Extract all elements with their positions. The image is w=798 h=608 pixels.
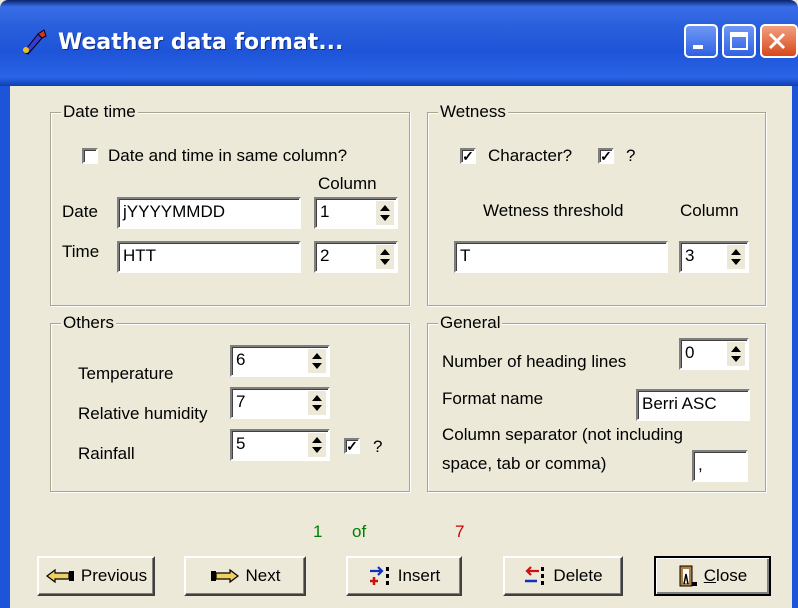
humidity-column-spinner[interactable]: 7	[230, 387, 330, 419]
spinner-arrows-icon[interactable]	[727, 342, 745, 366]
pager-total: 7	[455, 522, 465, 541]
spinner-arrows-icon[interactable]	[308, 349, 326, 373]
heading-lines-label: Number of heading lines	[442, 352, 627, 371]
hand-pointing-right-icon	[210, 568, 239, 584]
wetness-question-checkbox[interactable]: ✓	[598, 148, 614, 164]
delete-button[interactable]: Delete	[503, 556, 623, 596]
datetime-legend: Date time	[61, 102, 138, 122]
date-column-spinner[interactable]: 1	[314, 197, 398, 229]
character-checkbox[interactable]: ✓	[460, 148, 476, 164]
date-column-value: 1	[320, 202, 330, 221]
date-format-input[interactable]: jYYYYMMDD	[117, 197, 301, 229]
close-button[interactable]: Close	[654, 556, 771, 596]
time-label: Time	[62, 242, 100, 261]
window-frame-left	[0, 86, 10, 608]
spinner-arrows-icon[interactable]	[376, 201, 394, 225]
rainfall-column-spinner[interactable]: 5	[230, 429, 330, 461]
spinner-arrows-icon[interactable]	[727, 245, 745, 269]
insert-button[interactable]: Insert	[346, 556, 462, 596]
close-label-mnemonic: C	[703, 566, 717, 585]
insert-icon	[369, 566, 389, 585]
temperature-column-value: 6	[236, 350, 246, 369]
delete-label: Delete	[553, 566, 603, 585]
minimize-icon	[693, 45, 703, 49]
door-exit-icon	[679, 565, 697, 587]
rainfall-label: Rainfall	[78, 444, 135, 463]
date-time-column-header: Column	[318, 174, 377, 193]
same-column-label: Date and time in same column?	[108, 146, 348, 165]
close-icon	[768, 32, 786, 50]
time-column-value: 2	[320, 246, 330, 265]
wetness-threshold-input[interactable]: T	[454, 241, 668, 273]
wetness-column-value: 3	[685, 246, 695, 265]
character-label: Character?	[488, 146, 573, 165]
others-legend: Others	[61, 313, 117, 333]
weather-data-format-window: Weather data format... Date time Date an…	[0, 0, 798, 608]
next-button[interactable]: Next	[184, 556, 306, 596]
same-column-checkbox[interactable]	[82, 148, 98, 164]
spinner-arrows-icon[interactable]	[376, 245, 394, 269]
column-separator-input[interactable]: ,	[692, 450, 748, 482]
humidity-label: Relative humidity	[78, 404, 208, 423]
previous-button[interactable]: Previous	[37, 556, 155, 596]
close-window-button[interactable]	[760, 24, 798, 58]
spinner-arrows-icon[interactable]	[308, 391, 326, 415]
wetness-legend: Wetness	[438, 102, 508, 122]
insert-label: Insert	[397, 566, 441, 585]
pager-of: of	[352, 522, 367, 541]
separator-label-line1: Column separator (not including	[442, 425, 683, 444]
maximize-icon	[730, 32, 748, 50]
window-frame-right	[792, 86, 798, 608]
previous-label: Previous	[80, 566, 148, 585]
humidity-column-value: 7	[236, 392, 246, 411]
minimize-button[interactable]	[684, 24, 718, 58]
window-title: Weather data format...	[58, 30, 344, 55]
temperature-column-spinner[interactable]: 6	[230, 345, 330, 377]
rainfall-question-checkbox[interactable]: ✓	[344, 438, 360, 454]
wetness-question-label: ?	[626, 146, 636, 165]
format-name-input[interactable]: Berri ASC	[636, 389, 750, 421]
close-label: Close	[704, 566, 747, 586]
hand-pointing-left-icon	[45, 568, 74, 584]
wetness-column-header: Column	[680, 201, 739, 220]
title-bar[interactable]: Weather data format...	[0, 0, 798, 86]
date-label: Date	[62, 202, 98, 221]
next-label: Next	[245, 566, 281, 585]
close-label-rest: lose	[716, 566, 748, 585]
format-name-label: Format name	[442, 389, 544, 408]
wetness-threshold-header: Wetness threshold	[483, 201, 624, 220]
time-column-spinner[interactable]: 2	[314, 241, 398, 273]
app-icon	[23, 29, 47, 55]
separator-label-line2: space, tab or comma)	[442, 454, 607, 473]
maximize-button[interactable]	[722, 24, 756, 58]
temperature-label: Temperature	[78, 364, 174, 383]
rainfall-column-value: 5	[236, 434, 246, 453]
heading-lines-value: 0	[685, 343, 695, 362]
pager-current: 1	[313, 522, 323, 541]
delete-icon	[525, 566, 545, 585]
rainfall-question-label: ?	[373, 437, 383, 456]
general-legend: General	[438, 313, 503, 333]
spinner-arrows-icon[interactable]	[308, 433, 326, 457]
wetness-column-spinner[interactable]: 3	[679, 241, 749, 273]
time-format-input[interactable]: HTT	[117, 241, 301, 273]
heading-lines-spinner[interactable]: 0	[679, 338, 749, 370]
